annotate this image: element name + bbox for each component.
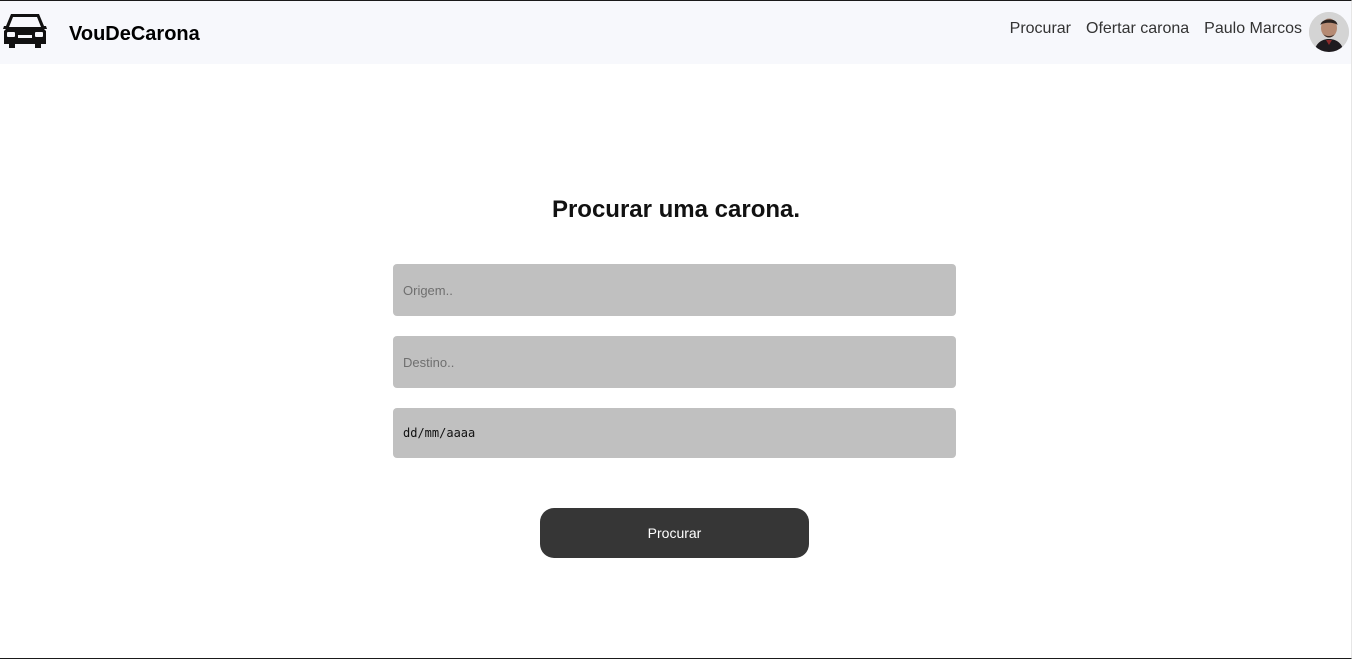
date-input[interactable]: dd/mm/aaaa <box>393 408 956 458</box>
nav-ofertar-carona[interactable]: Ofertar carona <box>1086 20 1189 38</box>
origin-input[interactable] <box>393 264 956 316</box>
nav-links: Procurar Ofertar carona Paulo Marcos <box>1010 20 1302 38</box>
top-navbar: VouDeCarona Procurar Ofertar carona Paul… <box>0 1 1351 64</box>
car-icon[interactable] <box>2 10 48 50</box>
nav-procurar[interactable]: Procurar <box>1010 20 1071 38</box>
brand-name[interactable]: VouDeCarona <box>69 23 200 46</box>
search-button[interactable]: Procurar <box>540 508 809 558</box>
destination-input[interactable] <box>393 336 956 388</box>
page-title: Procurar uma carona. <box>551 196 801 223</box>
page: VouDeCarona Procurar Ofertar carona Paul… <box>0 0 1352 659</box>
nav-user-name[interactable]: Paulo Marcos <box>1204 20 1302 38</box>
user-avatar-icon <box>1309 12 1349 52</box>
avatar[interactable] <box>1309 12 1349 52</box>
date-placeholder: dd/mm/aaaa <box>403 426 476 440</box>
